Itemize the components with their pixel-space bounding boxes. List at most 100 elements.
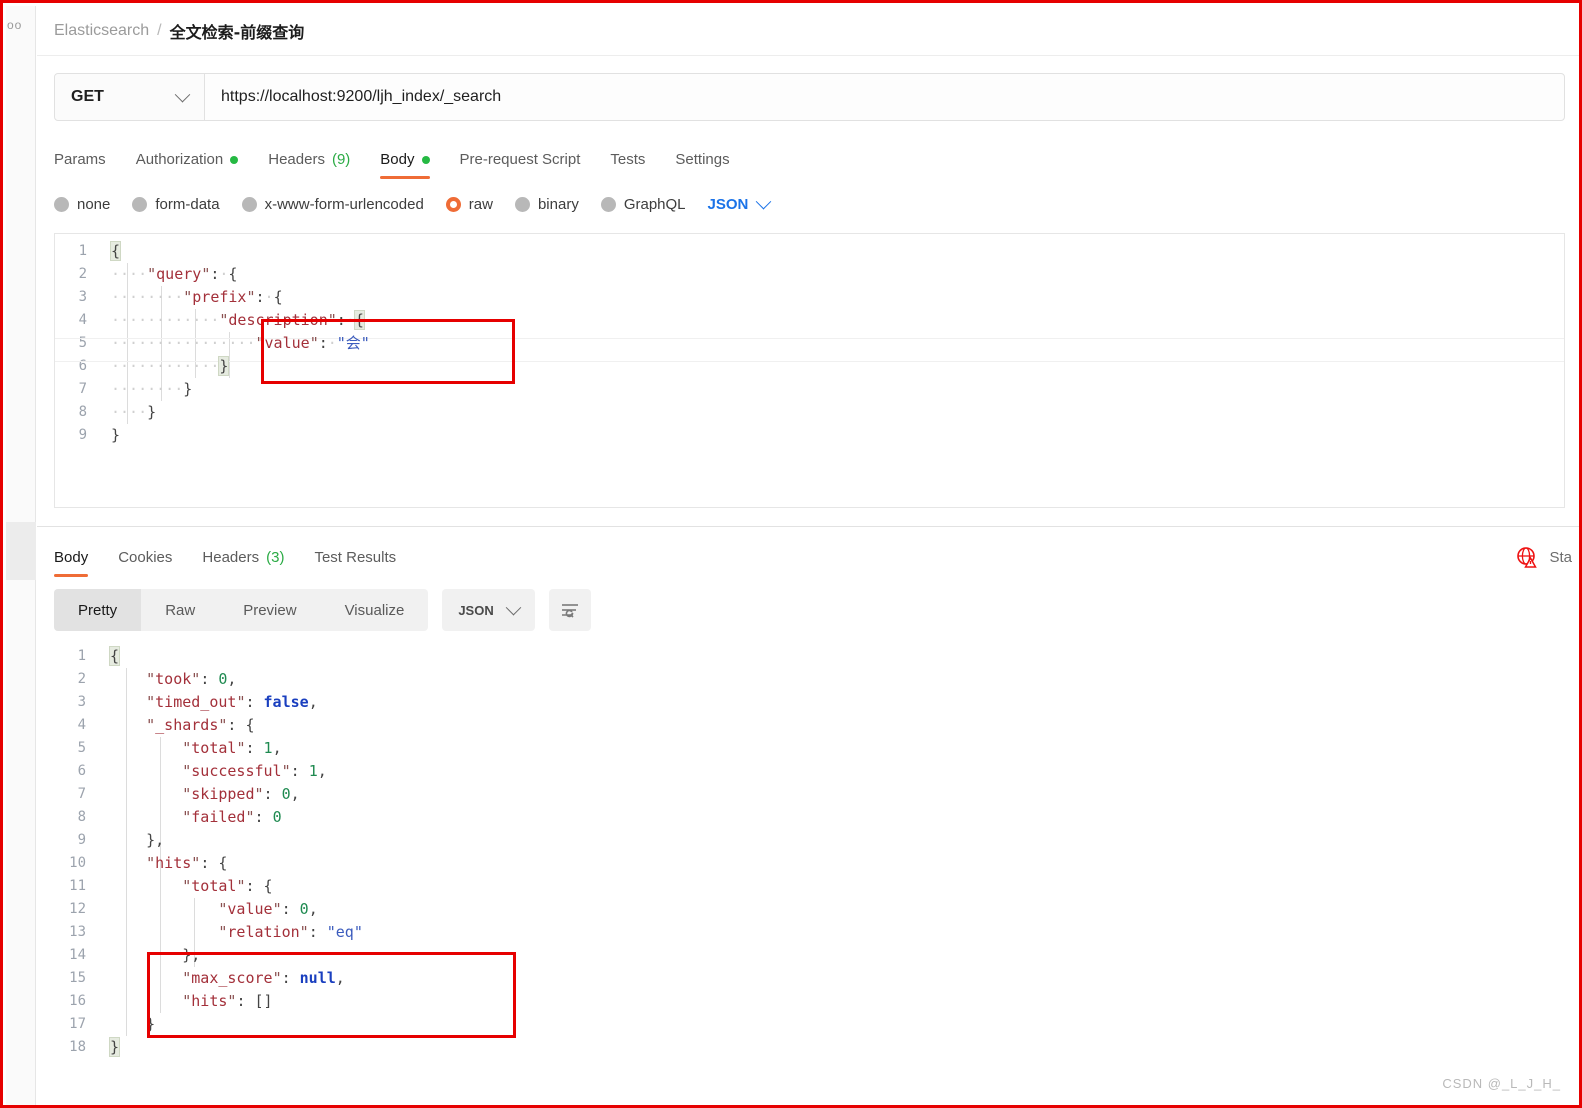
radio-selected-icon bbox=[445, 196, 461, 212]
wrap-lines-icon bbox=[561, 604, 578, 618]
tab-label: Headers bbox=[268, 151, 325, 168]
http-method-select[interactable]: GET bbox=[55, 74, 205, 120]
main-panel: Elasticsearch / 全文检索-前缀查询 GET https://lo… bbox=[37, 6, 1579, 1105]
tab-authorization[interactable]: Authorization bbox=[136, 151, 239, 179]
line-number: 4 bbox=[77, 717, 86, 733]
tab-tests[interactable]: Tests bbox=[610, 151, 645, 179]
csdn-watermark: CSDN @_L_J_H_ bbox=[1442, 1076, 1561, 1091]
view-mode-raw[interactable]: Raw bbox=[141, 589, 219, 631]
response-view-mode-group: Pretty Raw Preview Visualize bbox=[54, 589, 429, 631]
request-url-bar: GET https://localhost:9200/ljh_index/_se… bbox=[54, 73, 1565, 121]
body-type-label: x-www-form-urlencoded bbox=[264, 195, 424, 213]
body-type-none[interactable]: none bbox=[54, 196, 110, 213]
tab-params[interactable]: Params bbox=[54, 151, 106, 179]
line-number: 1 bbox=[77, 648, 86, 664]
body-type-label: raw bbox=[468, 195, 493, 213]
body-type-label: form-data bbox=[155, 195, 220, 213]
response-header: Body Cookies Headers (3) Test Results St… bbox=[37, 533, 1579, 577]
status-dot-icon bbox=[421, 155, 430, 164]
response-format-label: JSON bbox=[458, 602, 494, 618]
line-number: 9 bbox=[78, 427, 87, 443]
tab-label: Test Results bbox=[314, 549, 397, 566]
http-method-label: GET bbox=[71, 88, 104, 105]
radio-icon bbox=[54, 196, 69, 212]
line-number: 8 bbox=[77, 809, 86, 825]
chevron-down-icon bbox=[174, 86, 191, 102]
line-number: 3 bbox=[78, 289, 87, 305]
tab-label: Cookies bbox=[118, 549, 173, 566]
left-rail-ghost-text: oo bbox=[7, 18, 23, 32]
line-number: 7 bbox=[78, 381, 87, 397]
chevron-down-icon bbox=[756, 193, 772, 209]
response-tab-headers[interactable]: Headers (3) bbox=[202, 549, 284, 577]
breadcrumb: Elasticsearch / 全文检索-前缀查询 bbox=[37, 6, 1579, 56]
request-url-input[interactable]: https://localhost:9200/ljh_index/_search bbox=[205, 74, 1564, 120]
line-number: 15 bbox=[69, 970, 86, 986]
radio-icon bbox=[132, 196, 148, 212]
view-mode-label: Pretty bbox=[78, 601, 118, 619]
line-number: 13 bbox=[69, 924, 86, 940]
view-mode-label: Visualize bbox=[344, 601, 405, 619]
status-dot-icon bbox=[230, 155, 239, 164]
body-type-graphql[interactable]: GraphQL bbox=[600, 195, 686, 213]
radio-icon bbox=[241, 196, 257, 212]
tab-headers[interactable]: Headers (9) bbox=[268, 151, 350, 179]
body-type-binary[interactable]: binary bbox=[514, 195, 579, 213]
line-number: 16 bbox=[69, 993, 86, 1009]
line-number: 17 bbox=[69, 1016, 86, 1032]
response-status-area: Sta bbox=[1515, 545, 1572, 577]
line-number: 10 bbox=[69, 855, 86, 871]
body-type-raw[interactable]: raw bbox=[445, 195, 493, 213]
line-number: 6 bbox=[78, 358, 87, 374]
line-number: 1 bbox=[78, 243, 87, 259]
panel-divider bbox=[37, 526, 1579, 527]
body-type-urlencoded[interactable]: x-www-form-urlencoded bbox=[241, 195, 424, 213]
view-mode-visualize[interactable]: Visualize bbox=[321, 589, 429, 631]
line-number: 7 bbox=[77, 786, 86, 802]
response-tab-test-results[interactable]: Test Results bbox=[314, 549, 396, 577]
left-rail-selected-block bbox=[6, 522, 36, 580]
request-body-editor[interactable]: 1{ 2 ····"query":·{ 3 ········"prefix":·{ … bbox=[54, 233, 1565, 508]
line-number: 2 bbox=[78, 266, 87, 282]
response-tab-cookies[interactable]: Cookies bbox=[118, 549, 172, 577]
wrap-lines-button[interactable] bbox=[548, 589, 591, 631]
response-tab-body[interactable]: Body bbox=[54, 549, 89, 577]
radio-icon bbox=[514, 196, 530, 212]
line-number: 5 bbox=[77, 740, 86, 756]
tab-label: Params bbox=[54, 151, 106, 168]
view-mode-label: Preview bbox=[243, 601, 297, 619]
app-window: oo Elasticsearch / 全文检索-前缀查询 GET https:/… bbox=[0, 0, 1582, 1108]
body-type-form-data[interactable]: form-data bbox=[132, 195, 220, 213]
line-number: 11 bbox=[69, 878, 86, 894]
tab-label: Authorization bbox=[135, 151, 224, 168]
left-sidebar-rail: oo bbox=[6, 6, 36, 1105]
line-number: 9 bbox=[77, 832, 86, 848]
line-number: 14 bbox=[69, 947, 86, 963]
chevron-down-icon bbox=[505, 599, 522, 615]
view-mode-preview[interactable]: Preview bbox=[219, 589, 320, 631]
body-type-label: binary bbox=[537, 195, 579, 213]
globe-warning-icon bbox=[1517, 547, 1538, 568]
radio-icon bbox=[600, 196, 616, 212]
line-number: 6 bbox=[77, 763, 86, 779]
response-format-select[interactable]: JSON bbox=[442, 589, 535, 631]
raw-format-select[interactable]: JSON bbox=[707, 193, 772, 213]
view-mode-pretty[interactable]: Pretty bbox=[54, 589, 142, 631]
response-body-editor[interactable]: 1{ 2 "took": 0, 3 "timed_out": false, 4 … bbox=[54, 645, 1565, 1070]
tab-count: (9) bbox=[331, 151, 351, 168]
breadcrumb-collection[interactable]: Elasticsearch bbox=[54, 22, 149, 40]
raw-format-label: JSON bbox=[707, 195, 749, 213]
tab-body[interactable]: Body bbox=[380, 151, 430, 179]
tab-pre-request-script[interactable]: Pre-request Script bbox=[460, 151, 581, 179]
response-tabs: Body Cookies Headers (3) Test Results bbox=[54, 549, 426, 577]
line-number: 3 bbox=[77, 694, 86, 710]
page-title: 全文检索-前缀查询 bbox=[169, 22, 305, 42]
tab-label: Pre-request Script bbox=[459, 151, 581, 168]
tab-label: Body bbox=[54, 549, 89, 566]
body-type-label: GraphQL bbox=[623, 195, 686, 213]
tab-settings[interactable]: Settings bbox=[675, 151, 729, 179]
line-number: 18 bbox=[69, 1039, 86, 1055]
request-tabs: Params Authorization Headers (9) Body Pr… bbox=[37, 133, 1579, 179]
body-type-radio-group: none form-data x-www-form-urlencoded raw… bbox=[37, 179, 1579, 219]
body-type-label: none bbox=[77, 195, 111, 213]
